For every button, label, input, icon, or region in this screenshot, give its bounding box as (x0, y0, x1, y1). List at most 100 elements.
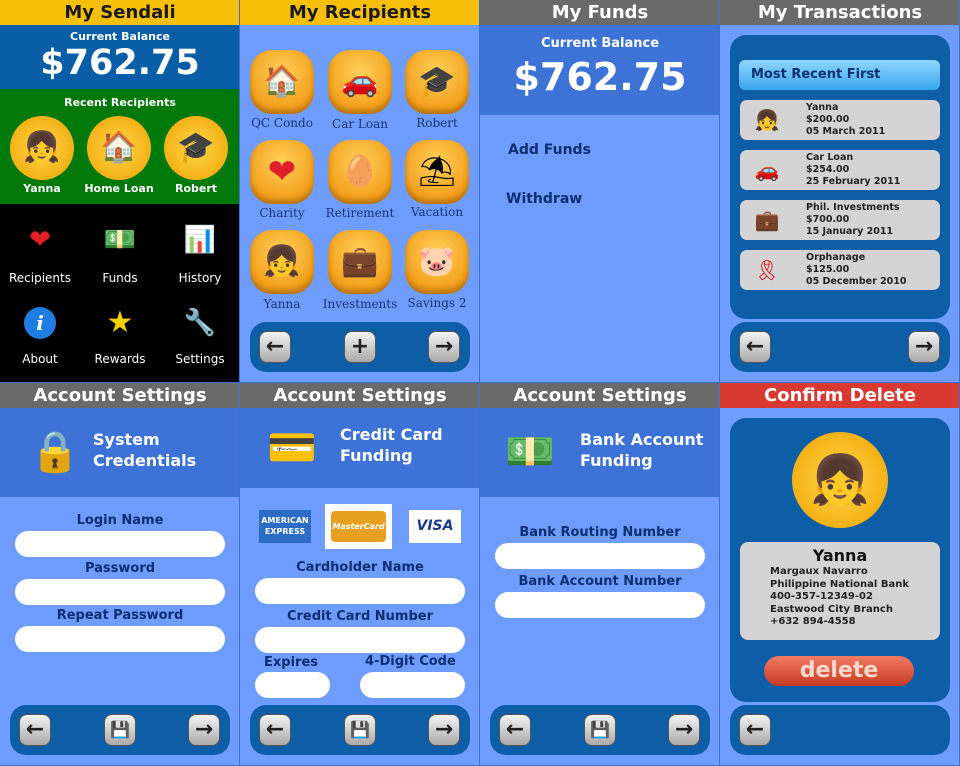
nav-bar: ← 💾 → (250, 705, 470, 755)
add-funds-link[interactable]: Add Funds (508, 142, 591, 158)
girl-avatar-icon: 👧 (754, 108, 780, 132)
briefcase-icon: 💼 (754, 208, 780, 232)
transaction-date: 15 January 2011 (806, 226, 894, 237)
floppy-disk-icon: 💾 (590, 720, 610, 739)
back-button[interactable]: ← (739, 714, 771, 746)
expires-input[interactable] (255, 672, 330, 698)
forward-button[interactable]: → (668, 714, 700, 746)
back-button[interactable]: ← (259, 714, 291, 746)
back-button[interactable]: ← (499, 714, 531, 746)
amex-card-option[interactable]: AMERICAN EXPRESS (259, 510, 311, 543)
nest-egg-icon: 🥚 (341, 154, 379, 189)
section-title: System Credentials (93, 430, 197, 470)
menu-about[interactable]: i About (0, 305, 80, 375)
balance-amount: $762.75 (40, 43, 200, 83)
arrow-left-icon: ← (25, 717, 45, 742)
transaction-details: Phil. Investments $700.00 15 January 201… (806, 202, 900, 238)
sort-selector[interactable]: Most Recent First (739, 60, 940, 90)
piggy-bank-icon: 🐷 (418, 244, 456, 279)
mastercard-option-selected[interactable]: MasterCard (325, 504, 392, 549)
menu-rewards[interactable]: ★ Rewards (80, 305, 160, 375)
menu-recipients[interactable]: ❤ Recipients (0, 222, 80, 292)
recipient-label: Savings 2 (407, 296, 467, 310)
account-number-input[interactable] (495, 592, 705, 618)
security-code-input[interactable] (360, 672, 465, 698)
back-button[interactable]: ← (259, 331, 291, 363)
repeat-password-label: Repeat Password (56, 608, 184, 623)
recipient-savings-2[interactable]: 🐷 (405, 230, 469, 294)
house-icon: 🏠 (100, 130, 138, 165)
girl-avatar-icon: 👧 (810, 452, 870, 508)
screen-title: My Transactions (720, 0, 959, 25)
recent-recipient-home-loan[interactable]: 🏠 (87, 116, 151, 180)
recipient-car-loan[interactable]: 🚗 (328, 50, 392, 114)
screen-title: Confirm Delete (720, 383, 959, 408)
recipient-vacation[interactable]: ⛱ (405, 140, 469, 204)
save-button[interactable]: 💾 (344, 714, 376, 746)
recipient-label: Car Loan (332, 117, 388, 131)
recipient-charity[interactable]: ❤ (250, 140, 314, 204)
screens-grid: My Sendali Current Balance $762.75 Recen… (0, 0, 960, 766)
save-button[interactable]: 💾 (584, 714, 616, 746)
bar-chart-icon: 📊 (183, 225, 217, 255)
recipient-label: QC Condo (251, 116, 313, 130)
arrow-right-icon: → (434, 717, 454, 742)
back-button[interactable]: ← (19, 714, 51, 746)
recipient-retirement[interactable]: 🥚 (328, 140, 392, 204)
floppy-disk-icon: 💾 (110, 720, 130, 739)
withdraw-link[interactable]: Withdraw (506, 191, 582, 207)
transaction-row[interactable]: 🚗 Car Loan $254.00 25 February 2011 (740, 150, 940, 190)
transaction-row[interactable]: 👧 Yanna $200.00 05 March 2011 (740, 100, 940, 140)
transactions-screen: My Transactions Most Recent First 👧 Yann… (720, 0, 960, 383)
transaction-row[interactable]: 💼 Phil. Investments $700.00 15 January 2… (740, 200, 940, 240)
menu-funds[interactable]: 💵 Funds (80, 222, 160, 292)
recent-recipient-robert[interactable]: 🎓 (164, 116, 228, 180)
forward-button[interactable]: → (188, 714, 220, 746)
login-name-input[interactable] (15, 531, 225, 557)
menu-label: Settings (175, 352, 225, 366)
cardholder-name-input[interactable] (255, 578, 465, 604)
recipient-bank: Philippine National Bank (770, 578, 909, 590)
info-icon: i (24, 307, 56, 339)
add-button[interactable]: + (344, 331, 376, 363)
ribbon-icon: 🎗 (754, 258, 780, 282)
transaction-details: Yanna $200.00 05 March 2011 (806, 102, 885, 138)
recipient-branch: Eastwood City Branch (770, 603, 893, 615)
recipient-yanna[interactable]: 👧 (250, 230, 314, 294)
money-icon: 💵 (505, 429, 555, 475)
card-number-input[interactable] (255, 627, 465, 653)
recipient-label: Charity (259, 206, 305, 220)
recipient-robert[interactable]: 🎓 (405, 50, 469, 114)
transaction-name: Yanna (806, 102, 839, 113)
transaction-amount: $254.00 (806, 164, 850, 175)
screen-title: My Sendali (0, 0, 239, 25)
menu-label: Rewards (94, 352, 146, 366)
recent-recipient-label: Home Loan (84, 182, 154, 195)
forward-button[interactable]: → (908, 331, 940, 363)
back-button[interactable]: ← (739, 331, 771, 363)
beach-umbrella-icon: ⛱ (417, 154, 457, 189)
menu-settings[interactable]: 🔧 Settings (160, 305, 239, 375)
recipient-qc-condo[interactable]: 🏠 (250, 50, 314, 114)
forward-button[interactable]: → (428, 331, 460, 363)
repeat-password-input[interactable] (15, 626, 225, 652)
password-label: Password (84, 561, 156, 576)
delete-confirmation-panel: 👧 Yanna Margaux Navarro Philippine Natio… (730, 418, 950, 702)
balance-label: Current Balance (70, 30, 170, 43)
section-title: Credit Card Funding (340, 425, 443, 465)
plus-icon: + (350, 334, 370, 359)
routing-number-input[interactable] (495, 543, 705, 569)
password-input[interactable] (15, 579, 225, 605)
funds-screen: My Funds Current Balance $762.75 Add Fun… (480, 0, 720, 383)
recipient-investments[interactable]: 💼 (328, 230, 392, 294)
delete-button[interactable]: delete (764, 656, 914, 686)
save-button[interactable]: 💾 (104, 714, 136, 746)
menu-history[interactable]: 📊 History (160, 222, 239, 292)
recent-recipient-yanna[interactable]: 👧 (10, 116, 74, 180)
recent-recipient-label: Robert (174, 182, 218, 195)
recipient-label: Yanna (263, 297, 301, 311)
padlock-icon: 🔒 (30, 429, 80, 475)
transaction-row[interactable]: 🎗 Orphanage $125.00 05 December 2010 (740, 250, 940, 290)
visa-card-option[interactable]: VISA (409, 510, 461, 543)
forward-button[interactable]: → (428, 714, 460, 746)
